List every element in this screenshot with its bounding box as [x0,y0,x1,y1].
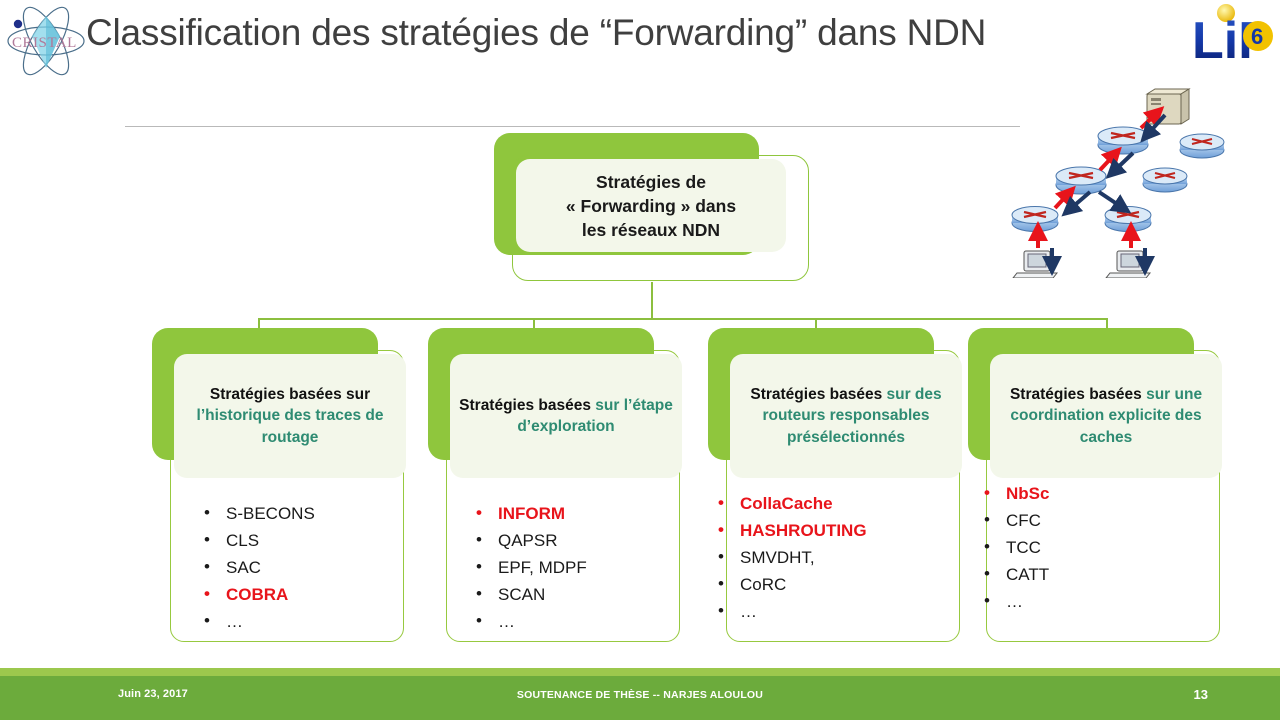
root-node: Stratégies de « Forwarding » dans les ré… [494,133,809,281]
list-item: EPF, MDPF [472,553,587,581]
list-item: SCAN [472,580,587,608]
list-item: … [472,607,587,635]
root-node-label: Stratégies de « Forwarding » dans les ré… [558,170,744,242]
list-item: SAC [200,553,315,581]
strategy-classification-chart: Stratégies de « Forwarding » dans les ré… [0,120,1280,660]
column-panel-4: Stratégies basées sur une coordination e… [990,354,1222,478]
slide: CRISTAL LiP 6 Classification des stratég… [0,0,1280,720]
list-item: S-BECONS [200,499,315,527]
column-heading-2-black: Stratégies basées [459,396,591,414]
column-heading-1-black: Stratégies basées sur [209,385,371,403]
cristal-logo: CRISTAL [7,6,85,76]
slide-number: 13 [1193,687,1208,702]
column-heading-3: Stratégies basées sur des routeurs respo… [730,384,962,449]
column-panel-3: Stratégies basées sur des routeurs respo… [730,354,962,478]
list-item: NbSc [980,479,1049,507]
column-heading-4: Stratégies basées sur une coordination e… [990,384,1222,449]
root-line-3: les réseaux NDN [581,219,721,240]
list-item: QAPSR [472,526,587,554]
strategy-list-3: CollaCache HASHROUTING SMVDHT, CoRC … [714,489,867,625]
column-heading-4-black: Stratégies basées [1009,385,1142,403]
cristal-wordmark: CRISTAL [12,35,77,51]
connector-bus [258,318,1108,320]
list-item: CFC [980,506,1049,534]
strategy-list-2: INFORM QAPSR EPF, MDPF SCAN … [472,499,587,635]
lip6-badge-number: 6 [1251,24,1263,49]
slide-footer: Juin 23, 2017 SOUTENANCE DE THÈSE -- NAR… [0,668,1280,720]
column-panel-2: Stratégies basées sur l’étape d’explorat… [450,354,682,478]
column-heading-3-black: Stratégies basées [750,385,883,403]
list-item: SMVDHT, [714,543,867,571]
column-heading-2: Stratégies basées sur l’étape d’explorat… [450,395,682,438]
list-item: CollaCache [714,489,867,517]
list-item: COBRA [200,580,315,608]
list-item: … [200,607,315,635]
footer-subtitle: SOUTENANCE DE THÈSE -- NARJES ALOULOU [516,689,764,701]
list-item: CoRC [714,570,867,598]
connector-trunk [651,282,653,319]
footer-stripe [0,668,1280,676]
root-line-2: « Forwarding » dans [565,195,737,216]
list-item: HASHROUTING [714,516,867,544]
list-item: … [714,597,867,625]
list-item: TCC [980,533,1049,561]
list-item: INFORM [472,499,587,527]
column-heading-1: Stratégies basées sur l’historique des t… [174,384,406,449]
root-line-1: Stratégies de [596,171,706,192]
list-item: CLS [200,526,315,554]
strategy-list-4: NbSc CFC TCC CATT … [980,479,1049,615]
strategy-list-1: S-BECONS CLS SAC COBRA … [200,499,315,635]
lip6-logo: LiP 6 [1192,4,1273,64]
column-heading-1-green: l’historique des traces de routage [196,407,384,446]
list-item: CATT [980,560,1049,588]
column-panel-1: Stratégies basées sur l’historique des t… [174,354,406,478]
page-title: Classification des stratégies de “Forwar… [86,12,987,53]
root-node-panel: Stratégies de « Forwarding » dans les ré… [516,159,786,252]
list-item: … [980,587,1049,615]
